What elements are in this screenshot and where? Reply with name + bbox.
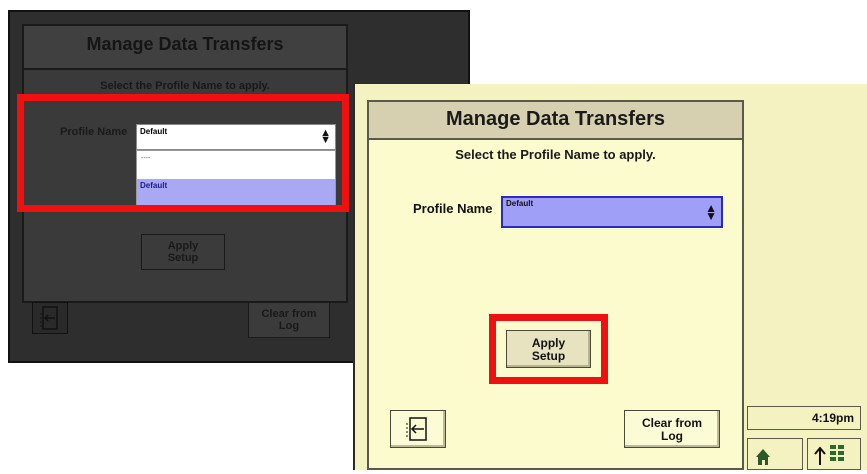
menu-icon [814,445,844,465]
back-exit-button[interactable] [32,302,68,334]
front-profile-select[interactable]: Default ▲ ▼ [501,196,723,228]
exit-icon [40,306,58,330]
home-button[interactable] [747,438,803,470]
highlight-box [17,94,349,212]
clock-display: 4:19pm [747,406,861,430]
front-page-title: Manage Data Transfers [446,108,665,130]
back-clear-from-log-button[interactable]: Clear from Log [248,302,330,338]
front-profile-select-value: Default [506,199,534,208]
home-icon [756,449,770,465]
front-apply-setup-button[interactable]: Apply Setup [506,330,591,368]
front-profile-name-label: Profile Name [413,201,493,216]
updown-arrow-icon: ▲ ▼ [705,201,717,223]
exit-icon [406,417,427,441]
front-clear-from-log-button[interactable]: Clear from Log [624,410,720,448]
back-apply-setup-label: Apply Setup [167,240,199,264]
back-apply-setup-button[interactable]: Apply Setup [141,234,225,270]
front-apply-setup-label: Apply Setup [531,336,566,363]
back-title-bar: Manage Data Transfers [22,24,348,70]
back-clear-from-log-label: Clear from Log [261,308,317,332]
menu-button[interactable] [807,438,861,470]
back-page-title: Manage Data Transfers [86,34,284,54]
back-subtitle: Select the Profile Name to apply. [100,80,270,92]
front-title-bar: Manage Data Transfers [367,100,744,140]
front-exit-button[interactable] [390,410,446,448]
front-subtitle: Select the Profile Name to apply. [455,147,656,162]
front-screenshot: Manage Data Transfers Select the Profile… [353,84,867,470]
front-clear-from-log-label: Clear from Log [641,416,703,443]
